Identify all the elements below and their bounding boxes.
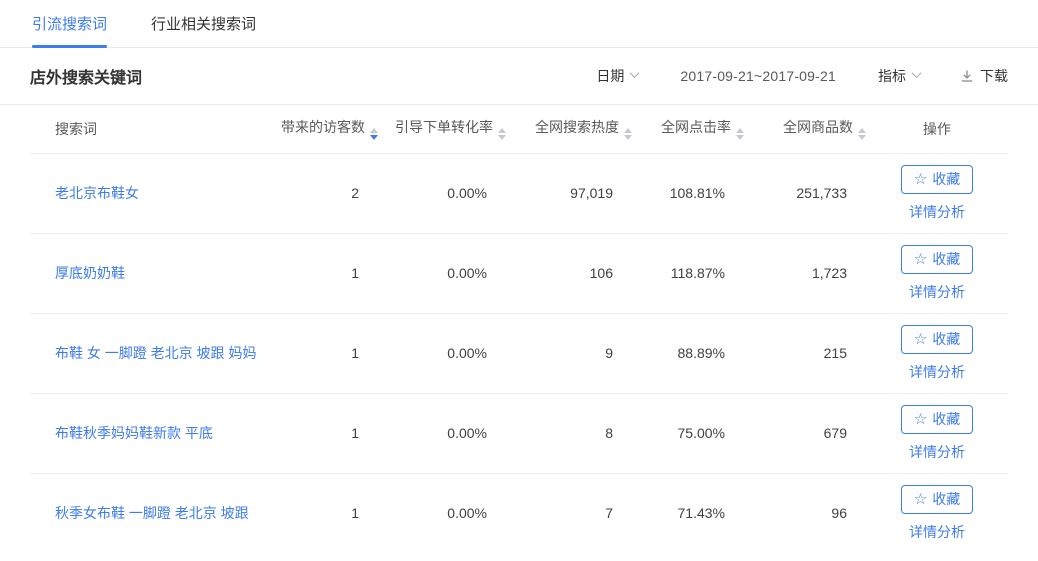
product-count-value: 96 — [744, 473, 866, 553]
star-icon: ☆ — [914, 172, 927, 187]
product-count-value: 1,723 — [744, 233, 866, 313]
click-rate-value: 108.81% — [632, 153, 744, 233]
search-heat-value: 8 — [506, 393, 632, 473]
keyword-link[interactable]: 老北京布鞋女 — [55, 185, 139, 201]
click-rate-value: 118.87% — [632, 233, 744, 313]
search-heat-value: 9 — [506, 313, 632, 393]
tab-traffic-search-words[interactable]: 引流搜索词 — [32, 0, 107, 47]
search-heat-value: 7 — [506, 473, 632, 553]
favorite-button[interactable]: ☆ 收藏 — [901, 325, 973, 354]
sort-icon[interactable] — [624, 128, 632, 140]
tab-bar: 引流搜索词 行业相关搜索词 — [0, 0, 1038, 48]
metric-dropdown[interactable]: 指标 — [878, 66, 920, 86]
sort-icon[interactable] — [736, 128, 744, 140]
favorite-button[interactable]: ☆ 收藏 — [901, 405, 973, 434]
product-count-value: 679 — [744, 393, 866, 473]
sort-icon[interactable] — [498, 128, 506, 140]
visitors-value: 1 — [270, 313, 378, 393]
table-row: 布鞋 女 一脚蹬 老北京 坡跟 妈妈 1 0.00% 9 88.89% 215 … — [30, 313, 1008, 393]
download-label: 下载 — [980, 66, 1008, 86]
visitors-value: 1 — [270, 393, 378, 473]
tab-industry-related-search-words[interactable]: 行业相关搜索词 — [151, 0, 256, 47]
star-icon: ☆ — [914, 332, 927, 347]
table-row: 厚底奶奶鞋 1 0.00% 106 118.87% 1,723 ☆ 收藏 详情分… — [30, 233, 1008, 313]
date-dropdown-label: 日期 — [596, 66, 624, 86]
conversion-rate-value: 0.00% — [378, 153, 506, 233]
table-header-row: 搜索词 带来的访客数 引导下单转化率 全网搜索热度 全网点击率 全网商品数 操作 — [30, 105, 1008, 153]
visitors-value: 1 — [270, 473, 378, 553]
keyword-link[interactable]: 布鞋秋季妈妈鞋新款 平底 — [55, 425, 213, 441]
col-header-visitors[interactable]: 带来的访客数 — [270, 105, 378, 153]
keyword-link[interactable]: 秋季女布鞋 一脚蹬 老北京 坡跟 — [55, 505, 249, 521]
col-header-product-count[interactable]: 全网商品数 — [744, 105, 866, 153]
keyword-link[interactable]: 厚底奶奶鞋 — [55, 265, 125, 281]
detail-analysis-link[interactable]: 详情分析 — [866, 362, 1008, 382]
visitors-value: 1 — [270, 233, 378, 313]
detail-analysis-link[interactable]: 详情分析 — [866, 522, 1008, 542]
chevron-down-icon — [630, 68, 640, 78]
table-row: 秋季女布鞋 一脚蹬 老北京 坡跟 1 0.00% 7 71.43% 96 ☆ 收… — [30, 473, 1008, 553]
detail-analysis-link[interactable]: 详情分析 — [866, 282, 1008, 302]
conversion-rate-value: 0.00% — [378, 233, 506, 313]
favorite-button[interactable]: ☆ 收藏 — [901, 165, 973, 194]
star-icon: ☆ — [914, 252, 927, 267]
page-title: 店外搜索关键词 — [30, 64, 142, 88]
col-header-click-rate[interactable]: 全网点击率 — [632, 105, 744, 153]
conversion-rate-value: 0.00% — [378, 393, 506, 473]
keyword-link[interactable]: 布鞋 女 一脚蹬 老北京 坡跟 妈妈 — [55, 345, 256, 361]
metric-dropdown-label: 指标 — [878, 66, 906, 86]
download-icon — [960, 69, 974, 83]
click-rate-value: 88.89% — [632, 313, 744, 393]
product-count-value: 215 — [744, 313, 866, 393]
conversion-rate-value: 0.00% — [378, 473, 506, 553]
table-row: 布鞋秋季妈妈鞋新款 平底 1 0.00% 8 75.00% 679 ☆ 收藏 详… — [30, 393, 1008, 473]
visitors-value: 2 — [270, 153, 378, 233]
download-button[interactable]: 下载 — [960, 66, 1008, 86]
star-icon: ☆ — [914, 412, 927, 427]
col-header-search-heat[interactable]: 全网搜索热度 — [506, 105, 632, 153]
search-heat-value: 97,019 — [506, 153, 632, 233]
favorite-button[interactable]: ☆ 收藏 — [901, 245, 973, 274]
keyword-table: 搜索词 带来的访客数 引导下单转化率 全网搜索热度 全网点击率 全网商品数 操作… — [0, 105, 1038, 553]
section-header: 店外搜索关键词 日期 2017-09-21~2017-09-21 指标 下载 — [0, 48, 1038, 105]
favorite-button[interactable]: ☆ 收藏 — [901, 485, 973, 514]
conversion-rate-value: 0.00% — [378, 313, 506, 393]
product-count-value: 251,733 — [744, 153, 866, 233]
star-icon: ☆ — [914, 492, 927, 507]
date-dropdown[interactable]: 日期 — [596, 66, 638, 86]
table-row: 老北京布鞋女 2 0.00% 97,019 108.81% 251,733 ☆ … — [30, 153, 1008, 233]
search-heat-value: 106 — [506, 233, 632, 313]
chevron-down-icon — [912, 68, 922, 78]
click-rate-value: 71.43% — [632, 473, 744, 553]
click-rate-value: 75.00% — [632, 393, 744, 473]
col-header-conversion[interactable]: 引导下单转化率 — [378, 105, 506, 153]
date-range-value: 2017-09-21~2017-09-21 — [680, 68, 836, 84]
col-header-action: 操作 — [866, 105, 1008, 153]
sort-icon[interactable] — [858, 128, 866, 140]
col-header-keyword: 搜索词 — [30, 105, 270, 153]
detail-analysis-link[interactable]: 详情分析 — [866, 202, 1008, 222]
toolbar: 日期 2017-09-21~2017-09-21 指标 下载 — [596, 66, 1008, 86]
sort-icon[interactable] — [370, 128, 378, 140]
detail-analysis-link[interactable]: 详情分析 — [866, 442, 1008, 462]
